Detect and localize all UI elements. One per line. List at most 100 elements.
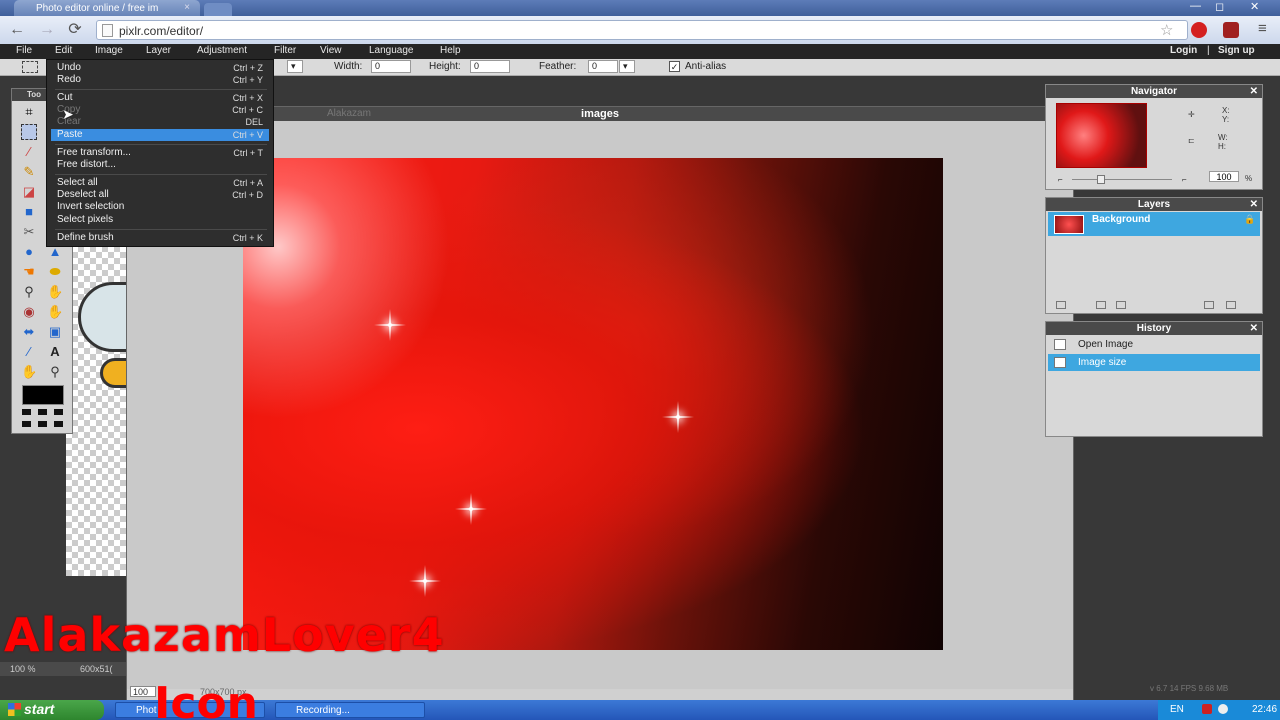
image-canvas[interactable]: [243, 158, 943, 650]
tray-app-icon[interactable]: [1202, 704, 1212, 714]
tray-record-icon[interactable]: [1218, 704, 1228, 714]
extension-record-icon[interactable]: [1191, 22, 1207, 38]
marquee-tool-icon[interactable]: [21, 124, 37, 140]
minimize-button[interactable]: —: [1190, 0, 1201, 12]
eraser-tool-icon[interactable]: ◪: [21, 184, 37, 200]
zoom-in-icon[interactable]: ⌐: [1182, 175, 1187, 184]
back-icon[interactable]: ←: [8, 21, 26, 39]
url-input[interactable]: pixlr.com/editor/: [96, 20, 1188, 40]
spot-heal-tool-icon[interactable]: ✋: [47, 304, 63, 320]
layer-settings-icon[interactable]: [1056, 301, 1066, 309]
swatch-small[interactable]: [38, 421, 47, 427]
feather-input[interactable]: 0: [588, 60, 618, 73]
menu-image[interactable]: Image: [95, 45, 123, 56]
menu-file[interactable]: File: [16, 45, 32, 56]
pencil-tool-icon[interactable]: ✎: [21, 164, 37, 180]
menu-item-undo[interactable]: Undo Ctrl + Z: [51, 62, 269, 74]
menu-item-redo[interactable]: Redo Ctrl + Y: [51, 74, 269, 86]
menu-item-select-pixels[interactable]: Select pixels: [51, 214, 269, 226]
bloat-tool-icon[interactable]: ⬌: [21, 324, 37, 340]
gradient-tool-icon[interactable]: ■: [21, 204, 37, 220]
menu-adjustment[interactable]: Adjustment: [197, 45, 247, 56]
history-item-open-image[interactable]: Open Image: [1048, 336, 1260, 353]
menu-layer[interactable]: Layer: [146, 45, 171, 56]
menu-item-cut[interactable]: Cut Ctrl + X: [51, 92, 269, 104]
burn-tool-icon[interactable]: ✋: [47, 284, 63, 300]
navigator-close-icon[interactable]: ✕: [1250, 85, 1258, 98]
crop-tool-icon[interactable]: ⌗: [21, 104, 37, 120]
dodge-tool-icon[interactable]: ⚲: [21, 284, 37, 300]
hand-tool-icon[interactable]: ✋: [21, 364, 37, 380]
taskbar-button-label: Recording...: [296, 705, 350, 716]
bookmark-star-icon[interactable]: ☆: [1160, 21, 1173, 39]
menu-language[interactable]: Language: [369, 45, 414, 56]
swatch-small[interactable]: [54, 409, 63, 415]
new-layer-icon[interactable]: [1204, 301, 1214, 309]
menu-item-free-distort[interactable]: Free distort...: [51, 159, 269, 171]
color-picker-tool-icon[interactable]: ⁄: [21, 344, 37, 360]
redeye-tool-icon[interactable]: ◉: [21, 304, 37, 320]
layer-lock-icon[interactable]: 🔒: [1244, 214, 1255, 225]
browser-tab[interactable]: Photo editor online / free im ×: [14, 0, 200, 16]
star-sparkle: [409, 565, 441, 597]
menu-help[interactable]: Help: [440, 45, 461, 56]
menu-item-select-all[interactable]: Select all Ctrl + A: [51, 177, 269, 189]
background-document-canvas[interactable]: [66, 240, 140, 576]
clone-tool-icon[interactable]: ✂: [21, 224, 37, 240]
menu-separator: [55, 89, 267, 90]
doc-zoom-input[interactable]: 100: [130, 686, 156, 697]
login-link[interactable]: Login: [1170, 45, 1197, 56]
menu-filter[interactable]: Filter: [274, 45, 296, 56]
zoom-slider-handle[interactable]: [1097, 175, 1105, 184]
zoom-out-icon[interactable]: ⌐: [1058, 175, 1063, 184]
sponge-tool-icon[interactable]: ⬬: [47, 264, 63, 280]
maximize-button[interactable]: ◻: [1215, 0, 1224, 13]
menu-item-free-transform[interactable]: Free transform... Ctrl + T: [51, 147, 269, 159]
extension-s-icon[interactable]: [1223, 22, 1239, 38]
color-swatch[interactable]: [22, 385, 64, 405]
swatch-small[interactable]: [54, 421, 63, 427]
menu-item-define-brush[interactable]: Define brush Ctrl + K: [51, 232, 269, 244]
taskbar-button-recording[interactable]: Recording...: [275, 702, 425, 718]
menu-item-deselect-all[interactable]: Deselect all Ctrl + D: [51, 189, 269, 201]
history-item-image-size[interactable]: Image size: [1048, 354, 1260, 371]
layer-row[interactable]: Background 🔒: [1048, 212, 1260, 236]
menu-item-invert-selection[interactable]: Invert selection: [51, 201, 269, 213]
close-window-button[interactable]: ✕: [1250, 0, 1259, 13]
language-indicator[interactable]: EN: [1170, 704, 1184, 715]
menu-view[interactable]: View: [320, 45, 342, 56]
zoom-tool-icon[interactable]: ⚲: [47, 364, 63, 380]
nav-zoom-input[interactable]: 100: [1209, 171, 1239, 182]
type-tool-icon[interactable]: A: [47, 344, 63, 360]
layer-mask-icon[interactable]: [1096, 301, 1106, 309]
swatch-small[interactable]: [38, 409, 47, 415]
width-input[interactable]: 0: [371, 60, 411, 73]
tab-close-icon[interactable]: ×: [184, 2, 190, 13]
feather-dropdown[interactable]: ▾: [619, 60, 635, 73]
swatch-small[interactable]: [22, 409, 31, 415]
style-dropdown[interactable]: ▾: [287, 60, 303, 73]
menu-item-clear[interactable]: Clear DEL: [51, 116, 269, 128]
menu-item-copy[interactable]: Copy Ctrl + C: [51, 104, 269, 116]
zoom-slider-track[interactable]: [1072, 179, 1172, 180]
wand-tool-icon[interactable]: ⁄: [21, 144, 37, 160]
swatch-small[interactable]: [22, 421, 31, 427]
forward-icon[interactable]: →: [38, 21, 56, 39]
height-input[interactable]: 0: [470, 60, 510, 73]
new-tab-button[interactable]: [204, 3, 232, 16]
layers-close-icon[interactable]: ✕: [1250, 198, 1258, 211]
pinch-tool-icon[interactable]: ▣: [47, 324, 63, 340]
menu-edit[interactable]: Edit: [55, 45, 72, 56]
start-button[interactable]: start: [0, 700, 104, 720]
smudge-tool-icon[interactable]: ☚: [21, 264, 37, 280]
blur-tool-icon[interactable]: ●: [21, 244, 37, 260]
menu-icon[interactable]: ≡: [1258, 20, 1267, 37]
antialias-checkbox[interactable]: ✓: [669, 61, 680, 72]
delete-layer-icon[interactable]: [1226, 301, 1236, 309]
navigator-thumbnail[interactable]: [1056, 103, 1147, 168]
menu-item-paste[interactable]: Paste Ctrl + V: [51, 129, 269, 141]
reload-icon[interactable]: ⟳: [66, 21, 84, 39]
layer-group-icon[interactable]: [1116, 301, 1126, 309]
history-close-icon[interactable]: ✕: [1250, 322, 1258, 335]
signup-link[interactable]: Sign up: [1218, 45, 1255, 56]
